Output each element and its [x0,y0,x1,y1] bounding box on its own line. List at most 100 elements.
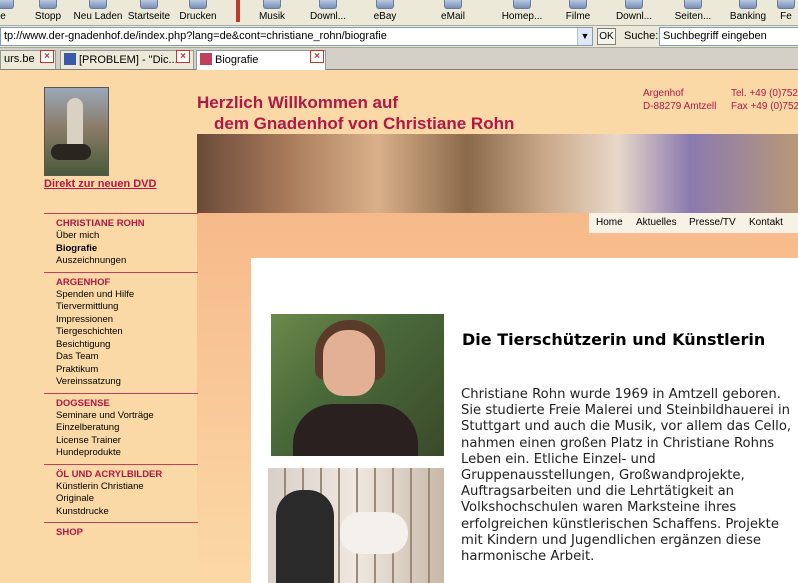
sidebar-item[interactable]: Praktikum [56,364,198,377]
stop-button[interactable]: Stopp [28,0,68,25]
sidebar-item[interactable]: Auszeichnungen [56,255,198,268]
bank-icon [739,0,757,9]
home-button[interactable]: Startseite [126,0,172,25]
url-input[interactable]: tp://www.der-gnadenhof.de/index.php?lang… [0,27,593,46]
reload-icon [89,0,107,9]
header-banner-image [197,134,798,213]
film-icon [569,0,587,9]
nav-section: DOGSENSE Seminare und Vorträge Einzelberat… [44,392,198,464]
page-title: Herzlich Willkommen auf [197,93,399,112]
url-dropdown-button[interactable]: ▼ [577,28,592,45]
ebay-icon [376,0,394,9]
nav-heading[interactable]: ÖL UND ACRYLBILDER [56,468,198,481]
downloads-button[interactable]: Downl... [306,0,350,25]
more-button[interactable]: Fe [774,0,798,25]
person-shape [276,490,334,583]
dog-photo [268,468,444,583]
address-bar: tp://www.der-gnadenhof.de/index.php?lang… [0,26,798,48]
nav-heading[interactable]: SHOP [56,526,198,539]
tab-2[interactable]: [PROBLEM] - "Dic... [60,50,194,69]
top-nav: Home Aktuelles Presse/TV Kontakt [589,213,798,233]
page-icon [684,0,702,9]
close-tab-icon[interactable]: × [176,50,190,63]
back-button[interactable]: e [0,0,14,25]
nav-heading[interactable]: ARGENHOF [56,276,198,289]
browser-toolbar: e Stopp Neu Laden Startseite Drucken Mus… [0,0,798,26]
page-subtitle: dem Gnadenhof von Christiane Rohn [214,114,515,133]
v-favicon-icon [64,53,76,65]
tab-label: Biografie [215,54,259,66]
sidebar-item[interactable]: Künstlerin Christiane [56,481,198,494]
banking-button[interactable]: Banking [728,0,768,25]
sidebar-item[interactable]: Tiervermittlung [56,301,198,314]
search-label: Suche: [624,30,659,42]
sidebar-item[interactable]: Vereinssatzung [56,376,198,389]
search-input[interactable]: Suchbegriff eingeben [659,27,798,46]
nav-section: CHRISTIANE ROHN Über mich Biografie Auszeic… [44,213,198,272]
sidebar-item[interactable]: Originale [56,493,198,506]
sidebar-item[interactable]: Besichtigung [56,339,198,352]
sidebar-nav: CHRISTIANE ROHN Über mich Biografie Auszeic… [44,213,198,543]
pages-button[interactable]: Seiten... [672,0,714,25]
sidebar-item[interactable]: Das Team [56,351,198,364]
sidebar-item[interactable]: License Trainer [56,435,198,448]
figure-shape [67,98,83,148]
tab-label: [PROBLEM] - "Dic... [79,54,178,66]
sidebar-item[interactable]: Impressionen [56,314,198,327]
sidebar-item[interactable]: Spenden und Hilfe [56,289,198,302]
more-icon [777,0,795,9]
dog-shape [51,144,91,160]
close-tab-icon[interactable]: × [40,50,54,63]
mail-icon [444,0,462,9]
dvd-link[interactable]: Direkt zur neuen DVD [44,178,156,190]
nav-heading[interactable]: CHRISTIANE ROHN [56,217,198,230]
dog-shape [340,512,408,554]
ebay-button[interactable]: eBay [370,0,400,25]
music-button[interactable]: Musik [256,0,288,25]
globe-icon [513,0,531,9]
nav-section: ARGENHOF Spenden und Hilfe Tiervermittlung… [44,271,198,393]
sidebar-item[interactable]: Seminare und Vorträge [56,410,198,423]
home-icon [140,0,158,9]
toolbar-separator [236,0,240,22]
sidebar-item[interactable]: Tiergeschichten [56,326,198,339]
print-button[interactable]: Drucken [178,0,218,25]
content-title: Die Tierschützerin und Künstlerin [462,330,766,349]
download-icon [319,0,337,9]
dvd-cover-image[interactable] [44,87,109,176]
nav-aktuelles[interactable]: Aktuelles [636,217,677,228]
nav-home[interactable]: Home [596,217,623,228]
sidebar-item[interactable]: Kunstdrucke [56,506,198,519]
download-icon [625,0,643,9]
downloads2-button[interactable]: Downl... [612,0,656,25]
tab-3[interactable]: Biografie [196,50,326,70]
web-page: Direkt zur neuen DVD CHRISTIANE ROHN Über… [0,71,798,583]
phone-line: Tel. +49 (0)752 [731,88,798,99]
tab-bar: urs.be × [PROBLEM] - "Dic... × Biografie… [0,48,798,70]
content-text: Christiane Rohn wurde 1969 in Amtzell ge… [461,387,792,565]
portrait-photo [271,314,444,456]
back-icon [0,0,14,9]
tab-label: urs.be [4,53,35,65]
nav-section: SHOP [44,522,198,543]
paw-favicon-icon [200,53,212,65]
address-line-1: Argenhof [643,88,684,99]
reload-button[interactable]: Neu Laden [72,0,124,25]
print-icon [189,0,207,9]
nav-presse[interactable]: Presse/TV [689,217,736,228]
nav-heading[interactable]: DOGSENSE [56,397,198,410]
email-button[interactable]: eMail [438,0,468,25]
stop-icon [39,0,57,9]
fax-line: Fax +49 (0)752 [731,101,798,112]
nav-kontakt[interactable]: Kontakt [749,217,783,228]
body-shape [293,404,418,456]
homepage-button[interactable]: Homep... [500,0,544,25]
go-button[interactable]: OK [597,28,616,45]
close-tab-icon[interactable]: × [310,50,324,63]
movies-button[interactable]: Filme [564,0,592,25]
sidebar-item[interactable]: Biografie [56,243,198,256]
sidebar-item[interactable]: Einzelberatung [56,422,198,435]
sidebar-item[interactable]: Hundeprodukte [56,447,198,460]
chevron-down-icon: ▼ [580,31,590,41]
sidebar-item[interactable]: Über mich [56,230,198,243]
